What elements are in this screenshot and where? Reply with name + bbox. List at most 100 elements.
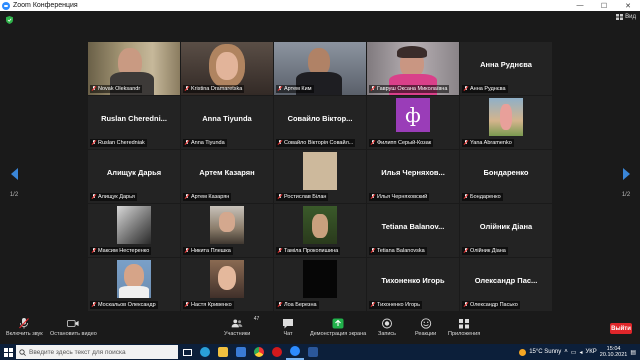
participant-tile[interactable]: Лоа Березна — [274, 258, 366, 311]
minimize-button[interactable]: — — [568, 0, 592, 11]
participant-name-label: Таміла Прокопишина — [276, 247, 341, 255]
taskbar-zoom[interactable] — [286, 344, 304, 360]
maximize-button[interactable]: ☐ — [592, 0, 616, 11]
participant-tile[interactable]: Novak Oleksandr — [88, 42, 180, 95]
participant-tile[interactable]: ф Филипп Серый-Козак — [367, 96, 459, 149]
reactions-button[interactable]: Реакции — [415, 318, 436, 337]
window-title: Zoom Конференция — [13, 2, 78, 9]
participant-tile[interactable]: Ростислав Білан — [274, 150, 366, 203]
participant-tile[interactable]: Kristina Dramaretska — [181, 42, 273, 95]
view-button[interactable]: Вид — [616, 14, 636, 20]
previous-page-button[interactable]: 1/2 — [6, 168, 22, 198]
network-icon[interactable]: ▭ — [571, 349, 577, 356]
search-icon — [19, 348, 26, 356]
grid-view-icon — [616, 14, 624, 20]
folder-icon — [218, 347, 228, 357]
participant-tile[interactable]: Олександр Пас... Олександр Пасько — [460, 258, 552, 311]
muted-microphone-icon — [92, 194, 96, 200]
participant-name: Максим Нестеренко — [98, 248, 150, 254]
participant-tile[interactable]: Артем Казарян Артем Казарян — [181, 150, 273, 203]
muted-microphone-icon — [464, 194, 468, 200]
participant-tile[interactable]: Гавруш Оксана Миколаївна — [367, 42, 459, 95]
task-view-button[interactable] — [178, 344, 196, 360]
participant-name: Настя Кривенко — [191, 302, 232, 308]
participant-name-label: Москальов Олександр — [90, 301, 158, 309]
participant-name: Анна Руднєва — [470, 86, 506, 92]
taskbar-opera[interactable] — [268, 344, 286, 360]
page-indicator-right: 1/2 — [621, 192, 631, 198]
next-page-button[interactable]: 1/2 — [618, 168, 634, 198]
participant-name: Novak Oleksandr — [98, 86, 141, 92]
unmute-button[interactable]: Включить звук — [6, 318, 43, 337]
apps-button[interactable]: Приложения — [448, 318, 480, 337]
zoom-window: Zoom Конференция — ☐ ✕ Вид 1/2 1/2 Novak… — [0, 0, 640, 360]
muted-microphone-icon — [371, 248, 375, 254]
participant-tile[interactable]: Артем Ким — [274, 42, 366, 95]
participant-tile[interactable]: Максим Нестеренко — [88, 204, 180, 257]
record-icon — [382, 318, 392, 329]
participant-tile[interactable]: Anna Tiyunda Anna Tiyunda — [181, 96, 273, 149]
participant-tile[interactable]: Алищук Дарья Алищук Дарья — [88, 150, 180, 203]
participant-tile[interactable]: Бондаренко Бондаренко — [460, 150, 552, 203]
share-screen-icon — [332, 318, 344, 329]
tray-chevron-up-icon[interactable]: ˄ — [564, 349, 568, 355]
participant-display-name: Tetiana Balanov... — [381, 222, 445, 231]
participant-name: Олійник Діана — [470, 248, 506, 254]
taskbar-store[interactable] — [232, 344, 250, 360]
participant-tile[interactable]: Олійник Діана Олійник Діана — [460, 204, 552, 257]
participant-display-name: Олександр Пас... — [474, 276, 538, 285]
participants-button[interactable]: 47 Участники — [224, 316, 259, 337]
language-indicator[interactable]: УКР — [585, 349, 596, 355]
share-screen-button[interactable]: Демонстрация экрана — [310, 318, 366, 337]
chat-label: Чат — [283, 331, 293, 337]
security-shield-icon[interactable] — [6, 16, 13, 24]
participant-tile[interactable]: Yana Abramenko — [460, 96, 552, 149]
participants-label: Участники — [224, 331, 251, 337]
participant-tile[interactable]: Тихоненко Игорь Тихоненко Игорь — [367, 258, 459, 311]
apps-icon — [459, 319, 470, 329]
zoom-logo-icon — [2, 1, 10, 10]
stop-video-button[interactable]: Остановить видео — [50, 318, 97, 337]
title-bar: Zoom Конференция — ☐ ✕ — [0, 0, 640, 11]
participant-tile[interactable]: Настя Кривенко — [181, 258, 273, 311]
participant-display-name: Артем Казарян — [199, 168, 255, 177]
participant-tile[interactable]: Ruslan Cheredni... Ruslan Cherednіak — [88, 96, 180, 149]
participant-name-label: Артем Ким — [276, 85, 314, 93]
participant-name-label: Анна Руднєва — [462, 85, 508, 93]
participant-name-label: Yana Abramenko — [462, 139, 514, 147]
taskbar-search-box[interactable]: Введите здесь текст для поиска — [16, 345, 178, 359]
smiley-icon — [420, 318, 431, 329]
muted-microphone-icon — [185, 140, 189, 146]
leave-meeting-button[interactable]: Выйти — [610, 323, 632, 334]
start-button[interactable] — [0, 344, 16, 360]
weather-sun-icon — [519, 348, 527, 356]
taskbar-explorer[interactable] — [214, 344, 232, 360]
participant-tile[interactable]: Анна Руднєва Анна Руднєва — [460, 42, 552, 95]
record-button[interactable]: Запись — [378, 318, 396, 337]
clock[interactable]: 15:04 20.10.2021 — [600, 346, 628, 358]
participant-tile[interactable]: Илья Черняхов... Илья Черняховский — [367, 150, 459, 203]
participant-tile[interactable]: Москальов Олександр — [88, 258, 180, 311]
participant-name: Илья Черняховский — [377, 194, 428, 200]
participant-tile[interactable]: Совайло Віктор... Совайло Вікторія Совайл… — [274, 96, 366, 149]
taskbar-word[interactable] — [304, 344, 322, 360]
participant-tile[interactable]: Tetiana Balanov... Tetiana Balanovska — [367, 204, 459, 257]
taskbar-chrome[interactable] — [250, 344, 268, 360]
participants-count: 47 — [253, 316, 260, 322]
muted-microphone-icon — [92, 302, 96, 308]
zoom-app-icon — [290, 346, 300, 356]
participant-name-label: Ruslan Cherednіak — [90, 139, 147, 147]
participant-tile[interactable]: Таміла Прокопишина — [274, 204, 366, 257]
clock-date: 20.10.2021 — [599, 352, 628, 358]
participant-name: Kristina Dramaretska — [191, 86, 243, 92]
participant-name-label: Novak Oleksandr — [90, 85, 143, 93]
participant-tile[interactable]: Никита Плешка — [181, 204, 273, 257]
notifications-icon[interactable]: ▤ — [630, 349, 636, 356]
participant-name-label: Настя Кривенко — [183, 301, 234, 309]
close-button[interactable]: ✕ — [616, 0, 640, 11]
participant-name: Москальов Олександр — [98, 302, 156, 308]
muted-microphone-icon — [278, 194, 282, 200]
chat-button[interactable]: Чат — [282, 318, 294, 337]
taskbar-edge[interactable] — [196, 344, 214, 360]
volume-icon[interactable]: ◂ — [579, 349, 582, 356]
